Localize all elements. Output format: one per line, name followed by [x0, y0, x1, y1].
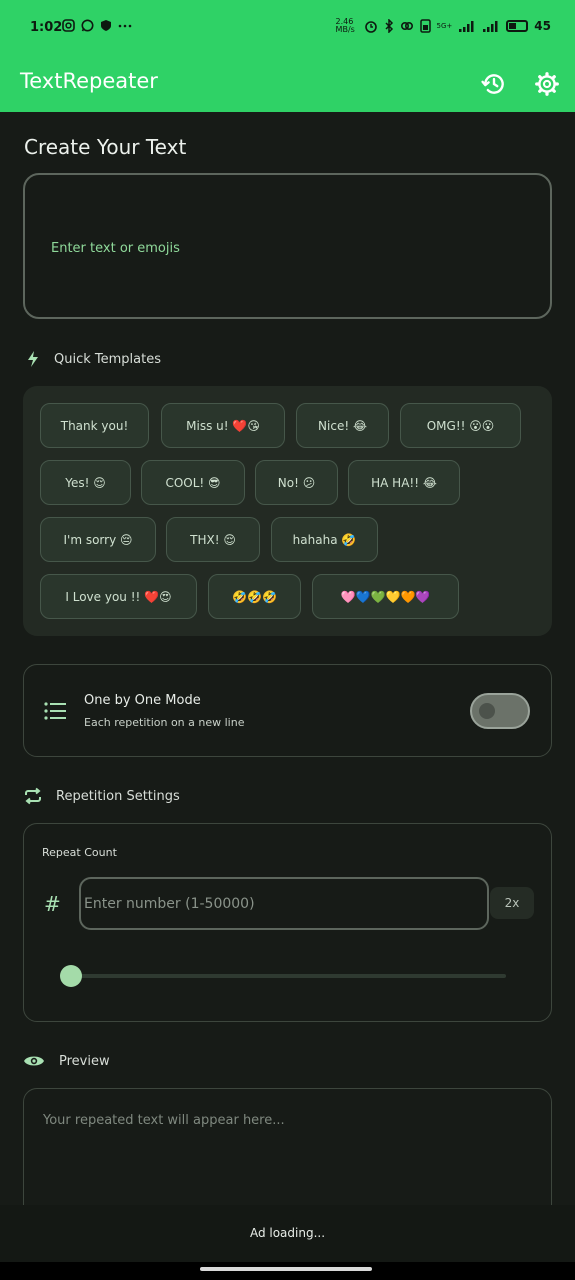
battery-fill: [509, 23, 517, 29]
more-icon: [118, 24, 132, 28]
eye-icon: [24, 1056, 44, 1066]
bluetooth-icon: [385, 19, 393, 33]
ad-text: Ad loading...: [249, 1226, 326, 1240]
preview-heading: Preview: [23, 1053, 110, 1069]
repetition-heading: Repetition Settings: [24, 787, 180, 805]
template-chip[interactable]: Nice! 😂: [296, 403, 389, 448]
template-chip[interactable]: Thank you!: [40, 403, 149, 448]
repeat-count-label: Repeat Count: [42, 846, 117, 859]
navigation-bar: [0, 1262, 575, 1280]
multiplier-button[interactable]: 2x: [490, 887, 534, 919]
template-chip[interactable]: 🤣🤣🤣: [208, 574, 301, 619]
template-chip[interactable]: I'm sorry 😔: [40, 517, 156, 562]
history-icon: [481, 74, 504, 94]
template-chip[interactable]: OMG!! 😮😮: [400, 403, 521, 448]
status-left-icons: [62, 19, 132, 32]
link-icon: [400, 21, 413, 31]
app-bar: TextRepeater: [0, 56, 575, 112]
list-icon: [44, 702, 66, 720]
templates-heading-label: Quick Templates: [54, 351, 161, 367]
repeat-slider-track[interactable]: [70, 974, 506, 978]
template-chip[interactable]: I Love you !! ❤️😍: [40, 574, 197, 619]
toggle-knob: [479, 703, 495, 719]
instagram-icon: [62, 19, 75, 32]
status-right-icons: 2.46 MB/s 5G+ 45: [336, 18, 551, 34]
template-chip[interactable]: COOL! 😎: [141, 460, 245, 505]
sim-icon: [419, 19, 431, 33]
preview-placeholder: Your repeated text will appear here...: [43, 1113, 285, 1128]
template-chip[interactable]: 🩷💙💚💛🧡💜: [312, 574, 459, 619]
settings-icon: [535, 72, 559, 96]
template-chip[interactable]: THX! 😌: [166, 517, 260, 562]
hash-icon: #: [44, 892, 61, 916]
template-chip[interactable]: Miss u! ❤️😘: [161, 403, 285, 448]
repeat-count-input[interactable]: [84, 891, 474, 917]
one-by-one-mode-card: One by One Mode Each repetition on a new…: [23, 664, 552, 757]
app-title: TextRepeater: [20, 69, 158, 93]
battery-icon: [506, 20, 529, 32]
net-speed: 2.46 MB/s: [335, 17, 355, 34]
status-time: 1:02: [30, 20, 63, 35]
mode-title: One by One Mode: [84, 693, 201, 708]
alarm-icon: [364, 21, 377, 33]
one-by-one-toggle[interactable]: [470, 693, 530, 729]
template-chip[interactable]: Yes! 😌: [40, 460, 131, 505]
text-input[interactable]: [51, 233, 521, 263]
repeat-settings-card: Repeat Count # 2x: [23, 823, 552, 1022]
create-heading: Create Your Text: [24, 135, 187, 159]
ad-banner[interactable]: Ad loading...: [0, 1205, 575, 1262]
network-type: 5G+: [436, 22, 453, 30]
status-bar: 1:02 2.46 MB/s 5G+ 45: [0, 0, 575, 56]
shield-icon: [101, 20, 111, 31]
mode-subtitle: Each repetition on a new line: [84, 716, 245, 729]
repetition-heading-label: Repetition Settings: [56, 788, 180, 804]
home-gesture-handle[interactable]: [200, 1267, 372, 1271]
template-chip[interactable]: hahaha 🤣: [271, 517, 378, 562]
battery-percent: 45: [534, 19, 551, 33]
repeat-slider-thumb[interactable]: [60, 965, 82, 987]
signal-icon-2: [483, 20, 498, 32]
templates-heading: Quick Templates: [26, 350, 161, 368]
settings-button[interactable]: [531, 68, 563, 100]
repeat-icon: [25, 787, 41, 805]
preview-heading-label: Preview: [59, 1053, 110, 1069]
history-button[interactable]: [478, 68, 510, 100]
templates-card: Thank you! Miss u! ❤️😘 Nice! 😂 OMG!! 😮😮 …: [23, 386, 552, 636]
template-chip[interactable]: No! 😕: [255, 460, 338, 505]
repeat-count-field[interactable]: [79, 877, 489, 930]
whatsapp-icon: [81, 19, 94, 32]
bolt-icon: [28, 351, 38, 367]
signal-icon: [459, 20, 474, 32]
text-input-box[interactable]: [23, 173, 552, 319]
template-chip[interactable]: HA HA!! 😂: [348, 460, 460, 505]
